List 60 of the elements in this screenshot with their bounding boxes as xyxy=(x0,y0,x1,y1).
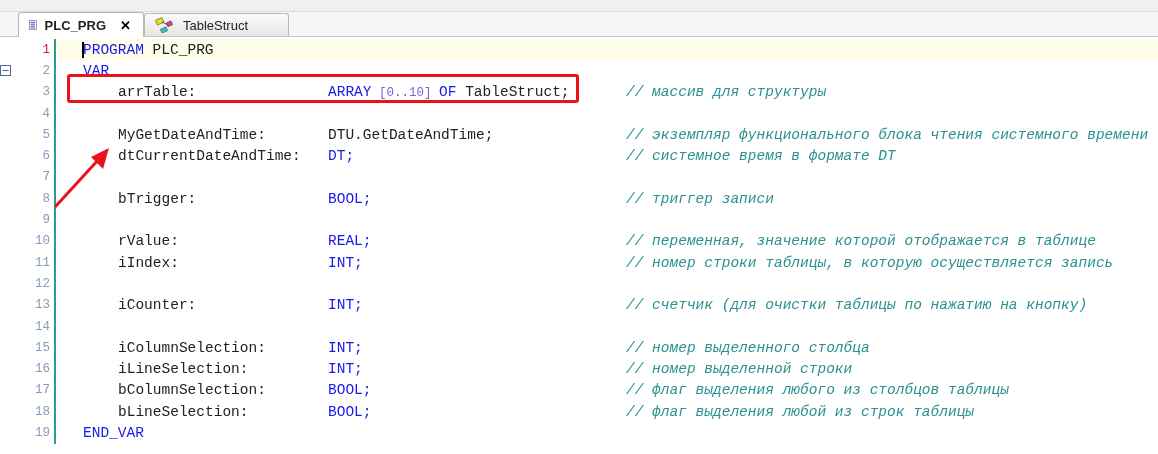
line-number: 14 xyxy=(35,319,50,334)
variable-type: INT; xyxy=(328,254,364,271)
line-number: 8 xyxy=(42,191,50,206)
line-number: 4 xyxy=(42,106,50,121)
variable-type: DT; xyxy=(328,148,356,165)
line-number: 11 xyxy=(35,255,50,270)
code-text: END_VAR xyxy=(83,425,144,441)
line-number: 17 xyxy=(35,383,50,398)
code-comment: // флаг выделения любого из столбцов таблицы xyxy=(626,382,1009,399)
variable-name: arrTable: xyxy=(118,84,198,101)
line-number: 13 xyxy=(35,298,50,313)
variable-name: iLineSelection: xyxy=(118,361,250,378)
structure-icon xyxy=(155,17,175,33)
line-number: 5 xyxy=(42,127,50,142)
variable-name: iIndex: xyxy=(118,254,180,271)
code-comment: // флаг выделения любой из строк таблицы xyxy=(626,403,975,420)
code-comment: // счетчик (для очистки таблицы по нажатию на кнопку) xyxy=(626,297,1088,314)
variable-type: ARRAY [0..10] OF TableStruct; xyxy=(328,84,571,101)
variable-name: bTrigger: xyxy=(118,190,198,207)
code-comment: // триггер записи xyxy=(626,190,774,207)
document-icon xyxy=(29,17,37,33)
variable-type: INT; xyxy=(328,339,364,356)
line-number: 7 xyxy=(42,170,50,185)
code-text: PROGRAM PLC_PRG xyxy=(83,41,214,58)
variable-type: DTU.GetDateAndTime; xyxy=(328,126,495,143)
variable-name: rValue: xyxy=(118,233,180,250)
variable-name: dtCurrentDateAndTime: xyxy=(118,148,302,165)
variable-type: BOOL; xyxy=(328,403,373,420)
variable-name: bColumnSelection: xyxy=(118,382,267,399)
code-comment: // номер строки таблицы, в которую осуществляется запись xyxy=(626,254,1114,271)
code-comment: // системное время в формате DT xyxy=(626,148,896,165)
line-number: 12 xyxy=(35,276,50,291)
line-number: 19 xyxy=(35,426,50,440)
variable-type: INT; xyxy=(328,361,364,378)
variable-name: iCounter: xyxy=(118,297,198,314)
line-number: 2 xyxy=(42,63,50,78)
code-comment: // массив для структуры xyxy=(626,84,827,101)
close-button[interactable]: ✕ xyxy=(120,17,131,33)
line-number: 18 xyxy=(35,404,50,419)
code-comment: // номер выделенного столбца xyxy=(626,339,870,356)
line-number: 16 xyxy=(35,362,50,377)
collapse-icon[interactable] xyxy=(0,65,11,77)
line-number: 1 xyxy=(42,42,50,57)
code-comment: // номер выделенной строки xyxy=(626,361,853,378)
variable-type: BOOL; xyxy=(328,382,373,399)
code-comment: // переменная, значение которой отображается в таблице xyxy=(626,233,1096,250)
variable-name: bLineSelection: xyxy=(118,403,250,420)
variable-type: BOOL; xyxy=(328,190,373,207)
line-number: 6 xyxy=(42,149,50,164)
editor-tab[interactable]: PLC_PRG ✕ xyxy=(18,12,144,37)
editor-tab[interactable]: TableStruct xyxy=(144,13,289,36)
line-number: 15 xyxy=(35,340,50,355)
line-number: 3 xyxy=(42,85,50,100)
variable-name: iColumnSelection: xyxy=(118,339,267,356)
line-number: 9 xyxy=(42,213,50,227)
line-number: 10 xyxy=(35,234,50,249)
variable-name: MyGetDateAndTime: xyxy=(118,126,267,143)
code-comment: // экземпляр функционального блока чтения системного времени xyxy=(626,126,1149,143)
variable-type: INT; xyxy=(328,297,364,314)
variable-type: REAL; xyxy=(328,233,373,250)
